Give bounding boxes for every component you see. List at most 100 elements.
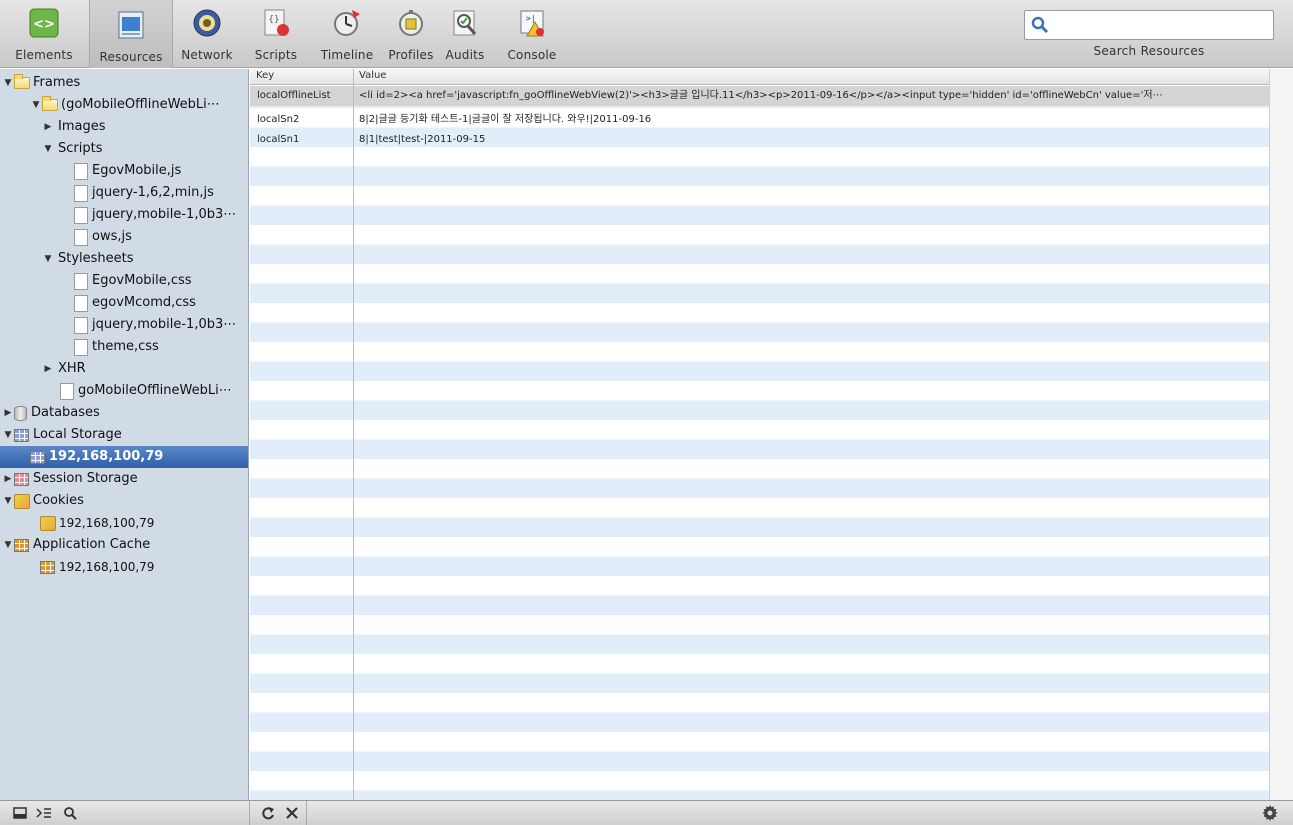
tab-profiles[interactable]: Profiles <box>385 3 437 65</box>
table-row[interactable]: localOfflineList <li id=2><a href='javas… <box>250 86 1269 106</box>
divider <box>249 801 250 825</box>
column-header-value[interactable]: Value <box>353 70 386 81</box>
file-icon <box>74 206 88 224</box>
app-cache-icon <box>14 538 29 552</box>
disclosure-expanded-icon[interactable]: ▼ <box>30 94 42 116</box>
tree-app-cache-host[interactable]: 192,168,100,79 <box>40 556 154 578</box>
storage-table: Key Value localOfflineList <li id=2><a h… <box>250 69 1269 800</box>
tree-label: 192,168,100,79 <box>59 560 155 574</box>
tree-script-file[interactable]: ows,js <box>74 226 132 248</box>
tree-stylesheets[interactable]: ▼ Stylesheets <box>42 248 134 270</box>
tab-timeline[interactable]: Timeline <box>314 3 380 65</box>
tree-script-file[interactable]: jquery-1,6,2,min,js <box>74 182 214 204</box>
file-icon <box>60 382 74 400</box>
tab-label: Resources <box>99 50 163 64</box>
sidebar: ▼ Frames ▼ (goMobileOfflineWebLi⋯ ▶ Imag… <box>0 69 249 800</box>
cell-key[interactable]: localSn1 <box>257 130 351 149</box>
disclosure-expanded-icon[interactable]: ▼ <box>2 534 14 556</box>
tree-cookies-host[interactable]: 192,168,100,79 <box>40 512 154 534</box>
cell-value[interactable]: <li id=2><a href='javascript:fn_goOfflin… <box>359 86 1266 105</box>
cookie-icon <box>14 493 30 509</box>
tree-stylesheet-file[interactable]: jquery,mobile-1,0b3⋯ <box>74 314 236 336</box>
tree-label: Images <box>58 119 106 134</box>
network-icon <box>190 6 224 40</box>
tree-local-storage[interactable]: ▼ Local Storage <box>2 424 122 446</box>
tree-session-storage[interactable]: ▶ Session Storage <box>2 468 138 490</box>
local-storage-icon <box>30 450 45 464</box>
tree-cookies[interactable]: ▼ Cookies <box>2 490 84 512</box>
settings-button[interactable] <box>1260 804 1280 822</box>
dock-icon <box>13 807 27 819</box>
tree-label: Local Storage <box>33 427 122 442</box>
tree-label: jquery,mobile-1,0b3⋯ <box>92 317 237 332</box>
delete-button[interactable] <box>282 804 302 822</box>
tree-script-file[interactable]: EgovMobile,js <box>74 160 181 182</box>
file-icon <box>74 184 88 202</box>
scripts-icon: {} <box>259 6 293 40</box>
tree-stylesheet-file[interactable]: EgovMobile,css <box>74 270 192 292</box>
tree-stylesheet-file[interactable]: egovMcomd,css <box>74 292 196 314</box>
tree-images[interactable]: ▶ Images <box>42 116 106 138</box>
delete-icon <box>286 807 298 819</box>
console-toggle-button[interactable] <box>34 804 54 822</box>
tree-local-storage-host[interactable]: 192,168,100,79 <box>0 446 248 468</box>
profiles-icon <box>394 6 428 40</box>
table-row[interactable]: localSn2 8|2|글글 등기화 테스트-1|글글이 잘 저장됩니다. 와… <box>250 110 1269 130</box>
search-box[interactable] <box>1024 10 1274 40</box>
svg-text:<>: <> <box>33 17 55 32</box>
disclosure-expanded-icon[interactable]: ▼ <box>2 490 14 512</box>
tree-stylesheet-file[interactable]: theme,css <box>74 336 159 358</box>
dock-button[interactable] <box>10 804 30 822</box>
table-row[interactable]: localSn1 8|1|test|test-|2011-09-15 <box>250 130 1269 150</box>
tree-document[interactable]: goMobileOfflineWebLi⋯ <box>60 380 232 402</box>
refresh-button[interactable] <box>258 804 278 822</box>
tree-app-cache[interactable]: ▼ Application Cache <box>2 534 151 556</box>
tab-label: Scripts <box>254 48 298 62</box>
vertical-scrollbar[interactable] <box>1269 69 1293 800</box>
disclosure-expanded-icon[interactable]: ▼ <box>42 248 54 270</box>
status-bar <box>0 800 1293 825</box>
search-icon <box>1031 16 1049 34</box>
tree-scripts[interactable]: ▼ Scripts <box>42 138 103 160</box>
tree-frames[interactable]: ▼ Frames <box>2 72 80 94</box>
tree-label: egovMcomd,css <box>92 295 196 310</box>
cell-value[interactable]: 8|1|test|test-|2011-09-15 <box>359 130 1266 149</box>
tab-scripts[interactable]: {} Scripts <box>246 3 306 65</box>
tree-databases[interactable]: ▶ Databases <box>2 402 100 424</box>
tab-audits[interactable]: Audits <box>440 3 490 65</box>
tab-label: Network <box>181 48 233 62</box>
disclosure-expanded-icon[interactable]: ▼ <box>2 424 14 446</box>
cell-value[interactable]: 8|2|글글 등기화 테스트-1|글글이 잘 저장됩니다. 와우!|2011-0… <box>359 110 1266 129</box>
search-caption: Search Resources <box>1093 44 1205 58</box>
disclosure-collapsed-icon[interactable]: ▶ <box>42 116 54 138</box>
tab-console[interactable]: >| Console <box>492 3 572 65</box>
tree-xhr[interactable]: ▶ XHR <box>42 358 86 380</box>
cookie-icon <box>40 515 56 531</box>
tree-label: EgovMobile,css <box>92 273 192 288</box>
tab-elements[interactable]: <> Elements <box>0 3 88 65</box>
cell-key[interactable]: localOfflineList <box>257 86 351 105</box>
tree-script-file[interactable]: jquery,mobile-1,0b3⋯ <box>74 204 236 226</box>
session-storage-icon <box>14 472 29 486</box>
tree-label: Stylesheets <box>58 251 134 266</box>
disclosure-collapsed-icon[interactable]: ▶ <box>2 468 14 490</box>
disclosure-expanded-icon[interactable]: ▼ <box>2 72 14 94</box>
disclosure-collapsed-icon[interactable]: ▶ <box>2 402 14 424</box>
tab-resources[interactable]: Resources <box>89 0 173 68</box>
search-button[interactable] <box>60 804 80 822</box>
search-input[interactable] <box>1055 12 1265 38</box>
cell-key[interactable]: localSn2 <box>257 110 351 129</box>
disclosure-expanded-icon[interactable]: ▼ <box>42 138 54 160</box>
tree-label: Cookies <box>33 493 84 508</box>
column-divider[interactable] <box>353 69 354 800</box>
timeline-icon <box>330 6 364 40</box>
tree-label: 192,168,100,79 <box>49 449 164 464</box>
disclosure-collapsed-icon[interactable]: ▶ <box>42 358 54 380</box>
tree-frame-main[interactable]: ▼ (goMobileOfflineWebLi⋯ <box>30 94 220 116</box>
column-header-key[interactable]: Key <box>250 70 274 81</box>
local-storage-icon <box>14 428 29 442</box>
tree-label: XHR <box>58 361 86 376</box>
table-header: Key Value <box>250 69 1269 85</box>
tab-label: Console <box>507 48 557 62</box>
tab-network[interactable]: Network <box>174 3 240 65</box>
